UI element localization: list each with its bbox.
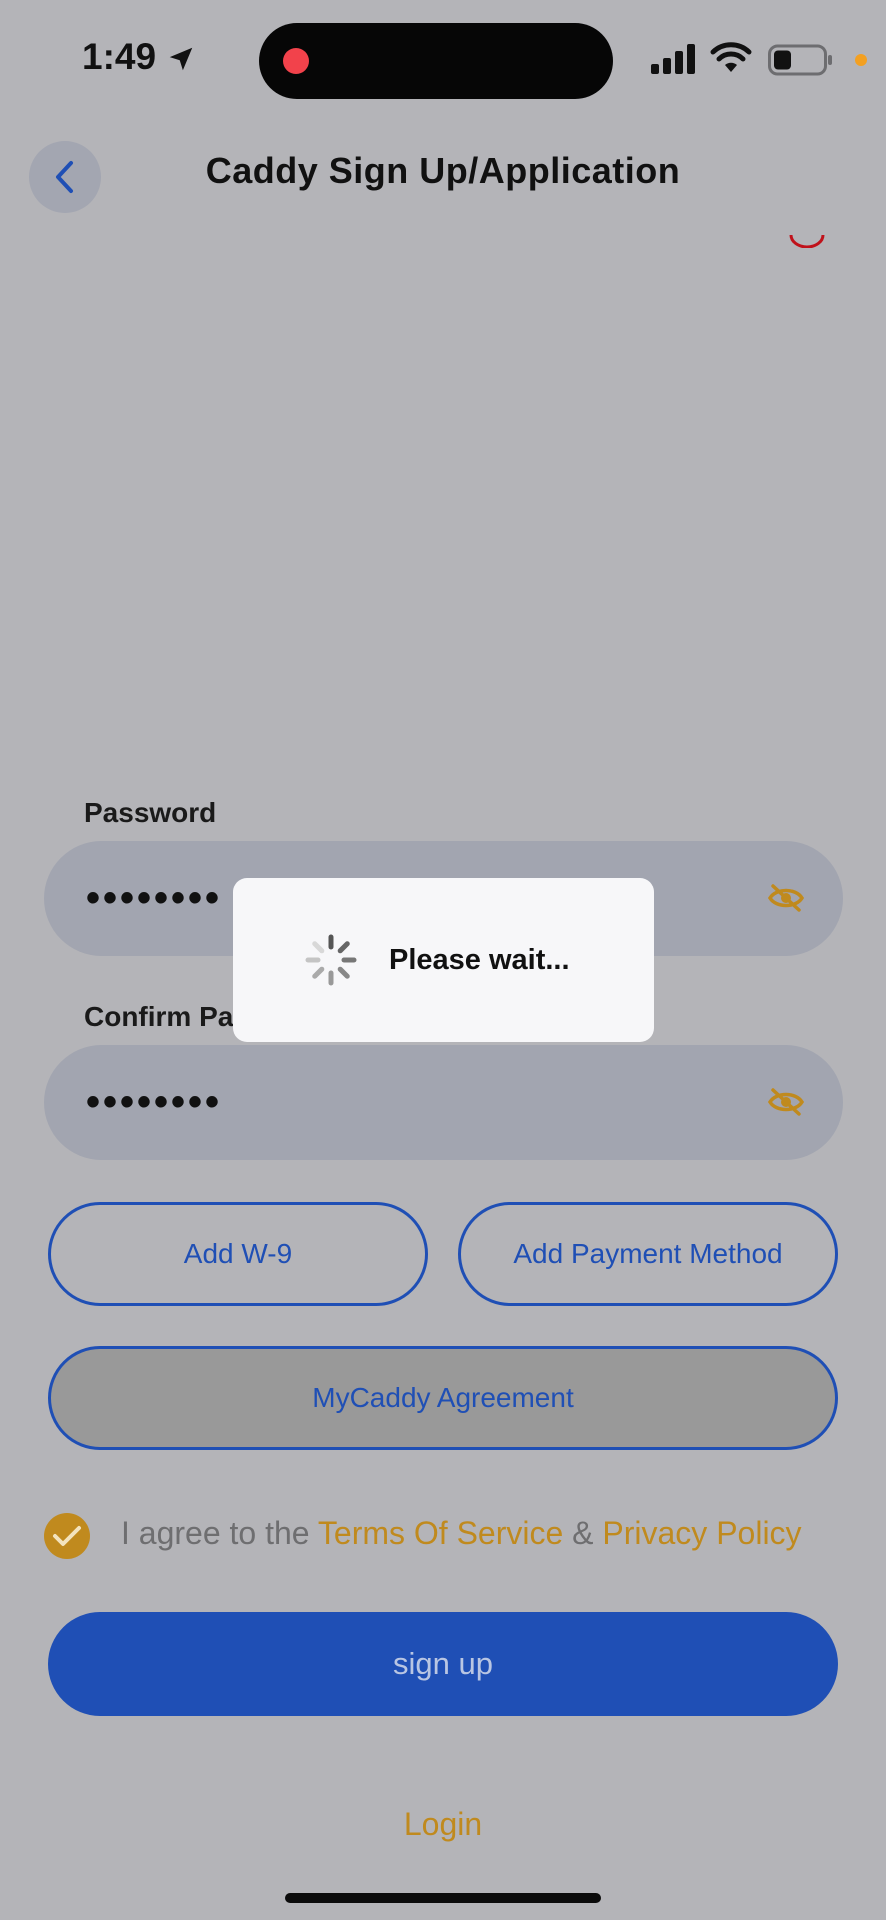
wifi-icon (710, 42, 752, 72)
terms-ampersand: & (563, 1515, 603, 1551)
privacy-policy-link[interactable]: Privacy Policy (602, 1515, 801, 1551)
terms-prefix: I agree to the (121, 1515, 318, 1551)
confirm-password-value: •••••••• (86, 1080, 223, 1124)
privacy-indicator (855, 54, 867, 66)
terms-statement: I agree to the Terms Of Service & Privac… (121, 1515, 802, 1552)
partial-red-indicator (789, 234, 825, 248)
status-time: 1:49 (82, 36, 157, 77)
login-link[interactable]: Login (0, 1806, 886, 1843)
eye-slash-icon[interactable] (767, 882, 805, 914)
recording-indicator (283, 48, 309, 74)
dynamic-island (259, 23, 613, 99)
loading-dialog: Please wait... (233, 878, 654, 1042)
battery-icon (768, 44, 832, 76)
confirm-password-label: Confirm Pas (84, 1001, 249, 1032)
add-w9-button[interactable]: Add W-9 (48, 1202, 428, 1306)
add-payment-method-button[interactable]: Add Payment Method (458, 1202, 838, 1306)
sign-up-button[interactable]: sign up (48, 1612, 838, 1716)
home-indicator[interactable] (285, 1893, 601, 1903)
password-label: Password (84, 797, 217, 828)
loading-message: Please wait... (389, 943, 570, 976)
spinner-icon (305, 934, 357, 986)
location-arrow-icon (169, 47, 193, 71)
page-title: Caddy Sign Up/Application (205, 150, 681, 191)
confirm-password-field[interactable]: •••••••• (44, 1045, 843, 1160)
password-value: •••••••• (86, 876, 223, 920)
eye-slash-icon[interactable] (767, 1086, 805, 1118)
terms-checkbox[interactable] (44, 1513, 90, 1559)
checkmark-icon (53, 1526, 81, 1546)
terms-of-service-link[interactable]: Terms Of Service (318, 1515, 563, 1551)
mycaddy-agreement-button[interactable]: MyCaddy Agreement (48, 1346, 838, 1450)
signal-icon (651, 44, 695, 74)
